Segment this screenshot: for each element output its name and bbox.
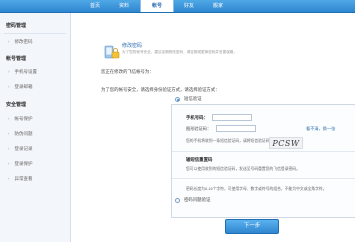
tab-account[interactable]: 帐号: [140, 0, 174, 12]
sidebar-item-label: 异常查看: [14, 176, 33, 181]
phone-number-field[interactable]: [212, 114, 252, 121]
sidebar: 密码管理 › 修改密码 帐号管理 › 手机号设置 › 登录邮箱 安全管理 › 帐号保护 …: [0, 13, 71, 242]
sms-verify-label: 短信验证: [184, 96, 202, 101]
sidebar-item-login-records[interactable]: › 登录记录: [8, 146, 33, 152]
sidebar-item-label: 帐号保护: [14, 116, 33, 121]
sidebar-item-abnormal[interactable]: › 异常查看: [8, 176, 33, 182]
sms-code-title: 输短信重置码: [186, 157, 213, 162]
captcha-image: PCSW: [269, 137, 303, 149]
tab-friends[interactable]: 好友: [176, 0, 202, 12]
captcha-label: 图形验证码：: [186, 126, 212, 131]
sidebar-divider: [4, 33, 66, 34]
panel-divider: [172, 151, 355, 152]
chevron-right-icon: ›: [8, 84, 10, 89]
password-rule-hint: 密码长度为6-16个字符，可使用字母、数字或符号的组合，不能为中文或全角字符。: [186, 187, 327, 191]
sms-verify-radio[interactable]: [175, 97, 180, 102]
sidebar-item-anti-theft[interactable]: › 防伪问题: [8, 131, 33, 137]
tab-home[interactable]: 首页: [82, 0, 108, 12]
chevron-right-icon: ›: [8, 69, 10, 74]
sidebar-item-label: 登录邮箱: [14, 84, 33, 89]
captcha-input[interactable]: [216, 125, 256, 132]
sidebar-item-phone[interactable]: › 手机号设置: [8, 69, 37, 75]
question-verify-label: 密码问题验证: [184, 197, 211, 202]
current-account-note: 您正在修改的飞信帐号为：: [101, 69, 154, 74]
sidebar-item-label: 登录记录: [14, 146, 33, 151]
sidebar-item-label: 修改密码: [14, 39, 33, 44]
chevron-right-icon: ›: [8, 39, 10, 44]
sidebar-section-account: 帐号管理: [6, 56, 27, 62]
tab-move[interactable]: 搬家: [205, 0, 231, 12]
chevron-right-icon: ›: [8, 116, 10, 121]
next-button[interactable]: 下一步: [225, 219, 279, 234]
page-title: 修改密码: [122, 43, 143, 49]
chevron-right-icon: ›: [8, 161, 10, 166]
tab-profile[interactable]: 资料: [111, 0, 137, 12]
panel-divider: [172, 178, 355, 179]
sidebar-item-label: 登录保护: [14, 161, 33, 166]
sidebar-item-login-email[interactable]: › 登录邮箱: [8, 84, 33, 90]
page-description: 为了您的帐号安全，建议定期修改密码，请定期或更换密码并妥善保管。: [122, 50, 237, 54]
chevron-right-icon: ›: [8, 176, 10, 181]
sms-code-hint: 您可以使用收到的短信验证码，发送至号码重置您的飞信登录密码。: [186, 167, 300, 171]
sidebar-item-login-protection[interactable]: › 登录保护: [8, 161, 33, 167]
sidebar-item-label: 手机号设置: [14, 69, 38, 74]
sidebar-section-password: 密码管理: [6, 23, 27, 29]
refresh-captcha-link[interactable]: 看不清，换一张: [306, 126, 335, 132]
sidebar-item-change-password[interactable]: › 修改密码: [8, 39, 33, 45]
sidebar-section-security: 安全管理: [6, 102, 27, 108]
sidebar-item-label: 防伪问题: [14, 131, 33, 136]
chevron-right-icon: ›: [8, 146, 10, 151]
phone-label: 手机号码：: [186, 115, 208, 120]
password-phone-icon: [104, 44, 120, 60]
question-verify-radio[interactable]: [175, 198, 180, 203]
chevron-right-icon: ›: [8, 131, 10, 136]
verify-prompt: 为了您的帐号安全，请选择身份验证方式，请选择验证方式：: [101, 87, 220, 92]
top-nav-bar: 首页 资料 帐号 好友 搬家: [0, 0, 355, 13]
sidebar-item-account-protection[interactable]: › 帐号保护: [8, 116, 33, 122]
